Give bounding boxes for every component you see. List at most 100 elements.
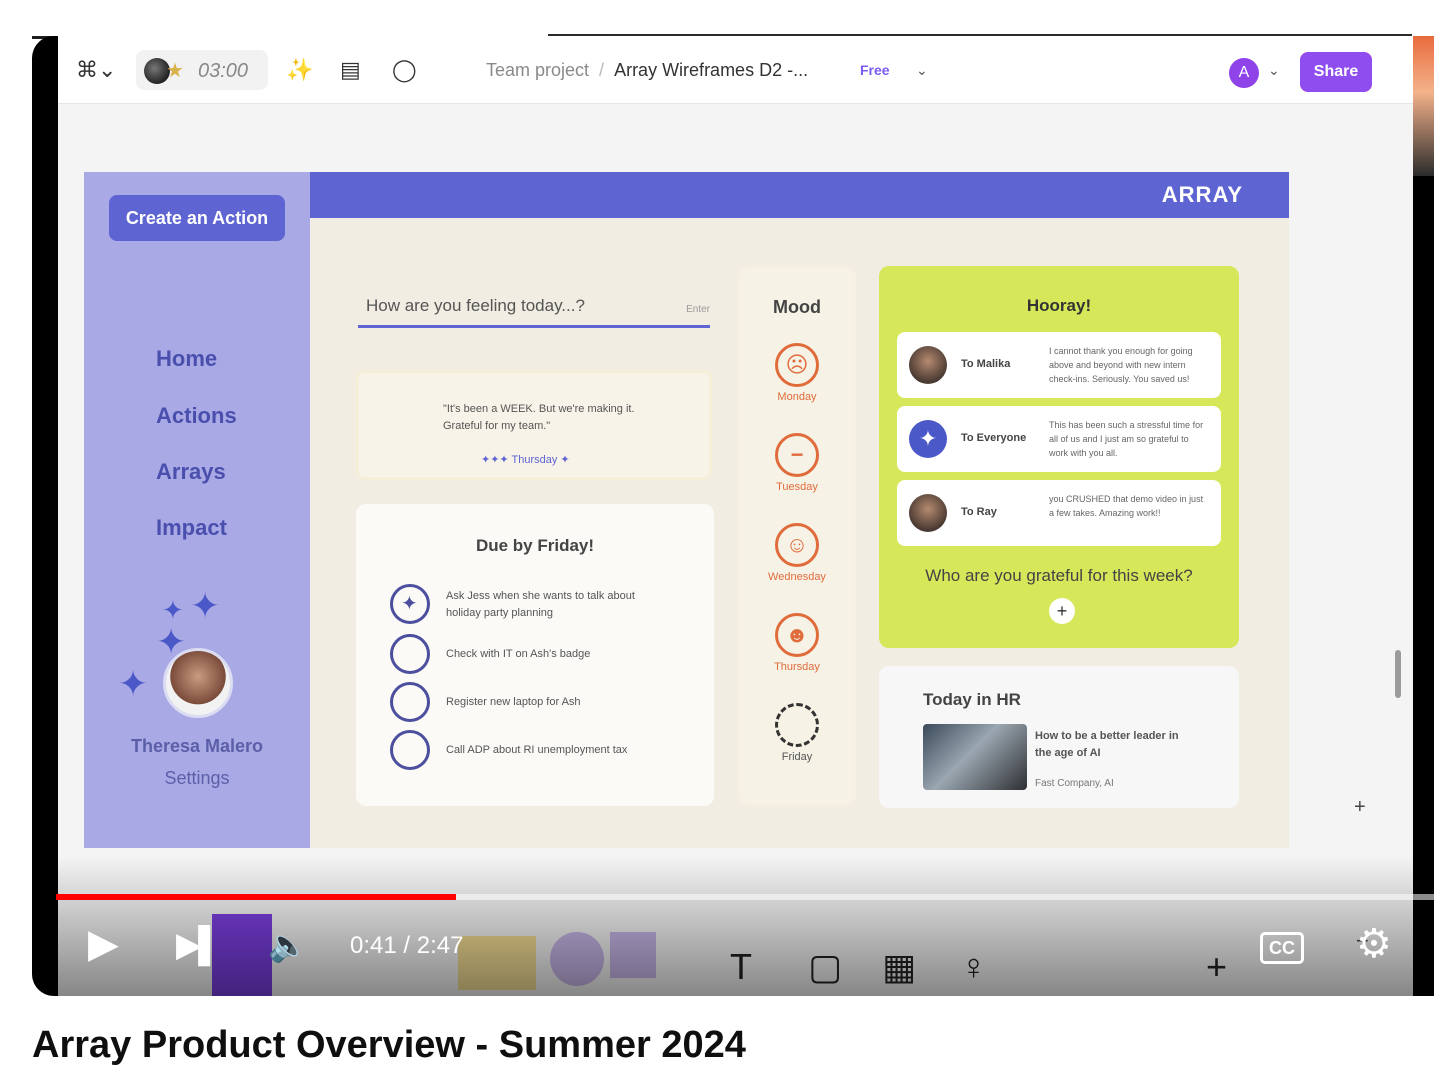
task-checkbox-done[interactable] <box>390 584 430 624</box>
chevron-down-icon[interactable]: ⌄ <box>1268 62 1280 79</box>
video-title: Array Product Overview - Summer 2024 <box>32 1024 746 1066</box>
task-item[interactable]: Ask Jess when she wants to talk about ho… <box>390 584 690 624</box>
due-title: Due by Friday! <box>475 536 595 555</box>
app-sidebar: Create an Action Home Actions Arrays Imp… <box>84 172 310 848</box>
kudo-item[interactable]: ✦ To Everyone This has been such a stres… <box>897 406 1221 472</box>
due-card: Due by Friday! Ask Jess when she wants t… <box>356 504 714 806</box>
mood-day: Friday <box>781 751 813 763</box>
play-icon[interactable]: ▶ <box>88 924 119 964</box>
user-avatar[interactable]: A <box>1229 58 1259 88</box>
kudo-message: I cannot thank you enough for going abov… <box>1049 346 1193 384</box>
layout-icon[interactable]: ▤ <box>340 58 361 82</box>
kudo-item[interactable]: To Malika I cannot thank you enough for … <box>897 332 1221 398</box>
hr-news-card: Today in HR How to be a better leader in… <box>879 666 1239 808</box>
hr-title: Today in HR <box>923 690 1021 709</box>
happy-face-icon: ☺ <box>775 523 819 567</box>
mood-tracker: Mood ☹ Monday − Tuesday ☺ Wednesday ☻ Th… <box>738 266 856 806</box>
feeling-placeholder: How are you feeling today...? <box>366 296 585 315</box>
comment-icon[interactable]: ◯ <box>392 58 417 82</box>
progress-bar[interactable] <box>56 894 1434 900</box>
quote-day: ✦✦✦ Thursday ✦ <box>481 454 570 466</box>
star-icon: ★ <box>166 60 184 82</box>
kudo-recipient: To Malika <box>961 358 1011 370</box>
article-title[interactable]: How to be a better leader in the age of … <box>1035 728 1195 762</box>
kudo-avatar <box>909 494 947 532</box>
kudo-message: This has been such a stressful time for … <box>1049 420 1204 458</box>
kudo-message: you CRUSHED that demo video in just a fe… <box>1049 494 1204 518</box>
brand-logo: ARRAY <box>1161 182 1243 207</box>
timer-text: 03:00 <box>198 60 249 82</box>
share-button[interactable]: Share <box>1300 52 1372 92</box>
task-item[interactable]: Call ADP about RI unemployment tax <box>390 730 690 770</box>
feeling-input[interactable]: How are you feeling today...? Enter <box>358 292 710 328</box>
breadcrumb-team[interactable]: Team project <box>486 60 589 80</box>
sad-face-icon: ☹ <box>775 343 819 387</box>
sparkle-icon: ✦ <box>909 420 947 458</box>
nav-actions[interactable]: Actions <box>156 403 237 429</box>
chevron-down-icon[interactable]: ⌄ <box>916 62 928 79</box>
progress-played <box>56 894 456 900</box>
timer-widget[interactable]: ★ 03:00 <box>136 50 268 90</box>
add-kudo-button[interactable]: + <box>1049 598 1075 624</box>
neutral-face-icon: − <box>775 433 819 477</box>
quote-text: "It's been a WEEK. But we're making it. … <box>443 403 635 432</box>
enter-hint[interactable]: Enter <box>686 304 710 315</box>
task-item[interactable]: Register new laptop for Ash <box>390 682 690 722</box>
grin-face-icon: ☻ <box>775 613 819 657</box>
task-item[interactable]: Check with IT on Ash's badge <box>390 634 690 674</box>
kudo-item[interactable]: To Ray you CRUSHED that demo video in ju… <box>897 480 1221 546</box>
settings-link[interactable]: Settings <box>84 768 310 789</box>
task-checkbox[interactable] <box>390 634 430 674</box>
volume-icon[interactable]: 🔈 <box>268 926 308 964</box>
empty-mood-icon <box>775 703 819 747</box>
hooray-card: Hooray! To Malika I cannot thank you eno… <box>879 266 1239 648</box>
quote-card: "It's been a WEEK. But we're making it. … <box>356 370 712 480</box>
plan-badge: Free <box>860 62 890 78</box>
task-label: Register new laptop for Ash <box>446 696 581 708</box>
sparkle-icon: ✦ <box>190 585 221 626</box>
mood-thursday[interactable]: ☻ Thursday <box>741 613 853 673</box>
task-checkbox[interactable] <box>390 730 430 770</box>
mood-day: Monday <box>777 391 817 403</box>
kudo-recipient: To Everyone <box>961 432 1027 444</box>
sparkle-icon: ✦ <box>118 663 149 704</box>
mood-friday[interactable]: Friday <box>741 703 853 763</box>
video-player[interactable]: ⌘⌄ ★ 03:00 ✨ ▤ ◯ Team project / Array Wire… <box>32 36 1434 996</box>
figma-toolbar: ⌘⌄ ★ 03:00 ✨ ▤ ◯ Team project / Array Wire… <box>58 36 1414 104</box>
create-action-button[interactable]: Create an Action <box>109 195 285 241</box>
profile-avatar[interactable] <box>163 648 233 718</box>
next-icon[interactable]: ▶▌ <box>176 926 222 964</box>
task-label: Check with IT on Ash's badge <box>446 648 591 660</box>
article-thumbnail[interactable] <box>923 724 1027 790</box>
grateful-prompt: Who are you grateful for this week? <box>925 566 1193 585</box>
captions-button[interactable]: CC <box>1260 932 1304 964</box>
zoom-in-icon[interactable]: + <box>1354 796 1366 819</box>
nav-arrays[interactable]: Arrays <box>156 459 226 485</box>
time-display: 0:41 / 2:47 <box>350 932 464 959</box>
canvas-scrollbar[interactable] <box>1395 650 1401 698</box>
youtube-watch-page: ⌘⌄ ★ 03:00 ✨ ▤ ◯ Team project / Array Wire… <box>0 0 1434 1076</box>
webcam-thumbnail <box>1413 36 1434 176</box>
mood-wednesday[interactable]: ☺ Wednesday <box>741 523 853 583</box>
task-label: Call ADP about RI unemployment tax <box>446 744 628 756</box>
figma-screen: ⌘⌄ ★ 03:00 ✨ ▤ ◯ Team project / Array Wire… <box>58 36 1414 996</box>
user-name: Theresa Malero <box>130 736 264 756</box>
breadcrumb: Team project / Array Wireframes D2 -... <box>486 60 808 81</box>
nav-impact[interactable]: Impact <box>156 515 227 541</box>
mood-title: Mood <box>773 297 821 317</box>
article-source: Fast Company, AI <box>1035 778 1114 789</box>
nav-home[interactable]: Home <box>156 346 217 372</box>
breadcrumb-separator: / <box>599 60 605 80</box>
sparkle-icon[interactable]: ✨ <box>286 58 313 82</box>
file-name[interactable]: Array Wireframes D2 -... <box>614 60 808 80</box>
mood-day: Wednesday <box>768 571 826 583</box>
mood-tuesday[interactable]: − Tuesday <box>741 433 853 493</box>
task-checkbox[interactable] <box>390 682 430 722</box>
controls-gradient <box>32 856 1434 996</box>
app-header: ARRAY <box>310 172 1289 218</box>
mood-monday[interactable]: ☹ Monday <box>741 343 853 403</box>
figma-menu-icon[interactable]: ⌘⌄ <box>76 58 116 82</box>
settings-gear-icon[interactable]: ⚙ <box>1356 924 1392 964</box>
hooray-title: Hooray! <box>1026 296 1092 315</box>
mood-day: Thursday <box>774 661 820 673</box>
